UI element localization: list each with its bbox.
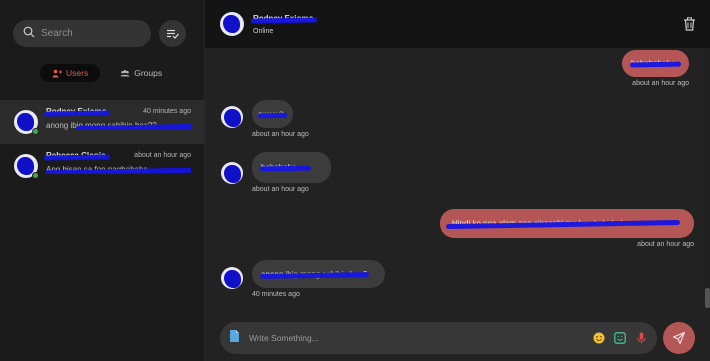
- message-incoming: hahahaha♥ about an hour ago: [252, 152, 331, 193]
- tab-groups-label: Groups: [134, 68, 163, 78]
- sticker-icon[interactable]: [614, 332, 626, 344]
- tab-users-label: Users: [66, 68, 89, 78]
- search-row: [13, 20, 186, 47]
- message-time: about an hour ago: [252, 186, 309, 193]
- redaction-scribble: [75, 124, 191, 130]
- redaction-scribble: [259, 165, 312, 172]
- message-bubble[interactable]: awwwit: [252, 100, 293, 128]
- message-bubble[interactable]: hahahahaha: [622, 50, 689, 77]
- avatar-wrap: [14, 154, 39, 179]
- redaction-scribble: [257, 112, 288, 118]
- scrollbar-thumb[interactable]: [705, 288, 710, 308]
- message-input[interactable]: [249, 333, 584, 343]
- chat-preview: anong ibig mong sabihin bes??: [46, 121, 191, 130]
- message-outgoing: hahahahaha about an hour ago: [622, 50, 689, 87]
- send-button[interactable]: [663, 322, 695, 354]
- mark-read-button[interactable]: [159, 20, 186, 47]
- chat-panel: Rodney Exiomo Online hahahahaha about an…: [205, 0, 710, 361]
- online-indicator: [32, 172, 39, 179]
- chat-item[interactable]: Rebecca Clonis about an hour ago Ang bis…: [0, 144, 205, 188]
- avatar[interactable]: [220, 12, 244, 36]
- chat-preview: Ang bisan sa fon nagbabaha: [46, 165, 191, 174]
- message-incoming: anong ibig mong sabihin bes? 40 minutes …: [252, 260, 385, 298]
- send-icon: [673, 332, 685, 344]
- message-incoming: awwwit about an hour ago: [252, 100, 309, 138]
- tabs: Users Groups: [40, 64, 174, 82]
- message-time: about an hour ago: [637, 241, 694, 248]
- chat-time: 40 minutes ago: [143, 108, 191, 115]
- tab-users[interactable]: Users: [40, 64, 101, 82]
- chat-name: Rebecca Clonis: [43, 151, 110, 161]
- message-list: hahahahaha about an hour ago awwwit abou…: [205, 48, 710, 310]
- trash-icon[interactable]: [683, 17, 696, 31]
- emoji-icon[interactable]: [593, 332, 605, 344]
- chat-list: Rodney Exiomo 40 minutes ago anong ibig …: [0, 100, 205, 188]
- compose-bar: [220, 322, 657, 354]
- message-bubble[interactable]: Hindi ko nga alam ang sinasabi mo bes ha…: [440, 209, 694, 238]
- contact-info: Rodney Exiomo Online: [250, 14, 318, 35]
- list-check-icon: [166, 29, 179, 39]
- message-time: about an hour ago: [252, 131, 309, 138]
- chat-app: Users Groups Rodney Exiomo 40 minutes ag…: [0, 0, 710, 361]
- contact-name: Rodney Exiomo: [250, 14, 318, 24]
- message-bubble[interactable]: anong ibig mong sabihin bes?: [252, 260, 385, 288]
- chat-name: Rodney Exiomo: [43, 107, 111, 117]
- search-box[interactable]: [13, 20, 151, 47]
- contact-status: Online: [253, 27, 274, 35]
- chat-header: Rodney Exiomo Online: [205, 0, 710, 48]
- search-icon: [23, 25, 35, 43]
- message-time: about an hour ago: [632, 80, 689, 87]
- microphone-icon[interactable]: [635, 332, 647, 344]
- file-icon[interactable]: [230, 329, 239, 347]
- tab-groups[interactable]: Groups: [108, 64, 174, 82]
- message-outgoing: Hindi ko nga alam ang sinasabi mo bes ha…: [440, 209, 694, 248]
- chat-meta: Rebecca Clonis about an hour ago Ang bis…: [43, 151, 191, 174]
- redaction-scribble: [629, 61, 682, 68]
- message-time: 40 minutes ago: [252, 291, 300, 298]
- sender-avatar: [221, 267, 243, 289]
- avatar-wrap: [14, 110, 39, 135]
- sidebar: Users Groups Rodney Exiomo 40 minutes ag…: [0, 0, 205, 361]
- sender-avatar: [221, 162, 243, 184]
- users-icon: [52, 69, 62, 77]
- chat-meta: Rodney Exiomo 40 minutes ago anong ibig …: [43, 107, 191, 130]
- search-input[interactable]: [41, 28, 141, 39]
- sender-avatar: [221, 106, 243, 128]
- groups-icon: [120, 69, 130, 76]
- chat-time: about an hour ago: [134, 152, 191, 159]
- scrollbar-track[interactable]: [705, 48, 710, 310]
- message-bubble[interactable]: hahahaha♥: [252, 152, 331, 183]
- chat-item[interactable]: Rodney Exiomo 40 minutes ago anong ibig …: [0, 100, 205, 144]
- redaction-scribble: [250, 16, 318, 24]
- online-indicator: [32, 128, 39, 135]
